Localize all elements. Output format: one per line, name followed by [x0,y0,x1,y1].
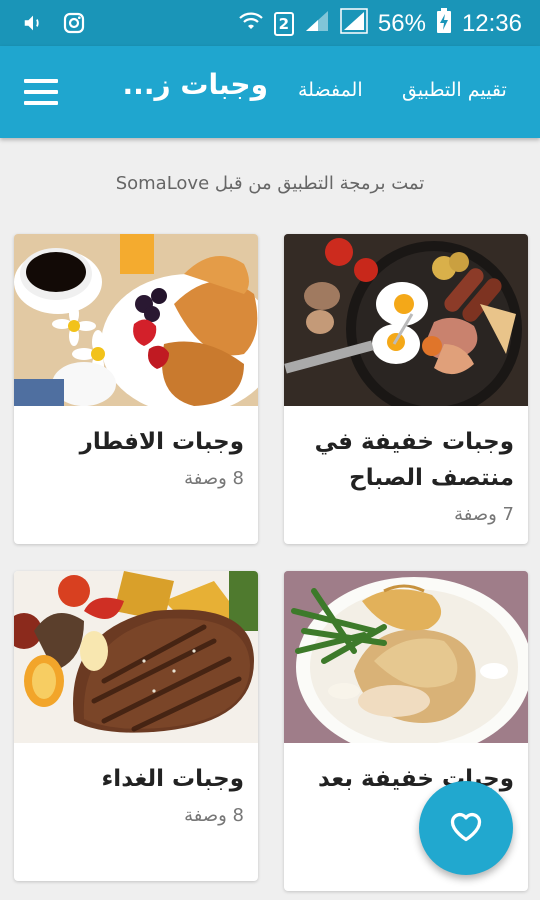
clock: 12:36 [461,10,522,37]
signal-icon-2 [340,8,368,40]
favorites-menu-item[interactable]: المفضلة [298,79,363,101]
developer-credit: تمت برمجة التطبيق من قبل SomaLove [115,173,425,194]
sim-icon: 2 [273,12,294,36]
card-recipe-count: 8 وصفة [184,805,244,826]
card-title: وجبات الافطار [79,429,244,455]
app-title: وجبات ز... [122,68,268,101]
breakfast-pan-photo [284,234,528,406]
hamburger-menu-icon[interactable] [24,79,58,105]
category-card-lunch[interactable]: وجبات الغداء 8 وصفة [14,571,258,881]
rate-app-menu-item[interactable]: تقييم التطبيق [402,79,507,101]
card-recipe-count: 7 وصفة [454,504,514,525]
card-title: وجبات الغداء [101,766,244,792]
instagram-icon [62,11,86,39]
signal-icon [304,9,330,39]
heart-icon [448,809,484,847]
battery-percent: 56% [377,10,426,37]
status-bar: 2 56% 12:36 [0,0,540,46]
coffee-croissant-photo [14,234,258,406]
favorites-fab-button[interactable] [419,781,513,875]
app-bar: وجبات ز... المفضلة تقييم التطبيق [0,46,540,138]
category-card-midmorning-snacks[interactable]: وجبات خفيفة في منتصف الصباح 7 وصفة [284,234,528,544]
steak-vegetables-photo [14,571,258,743]
chicken-beans-photo [284,571,528,743]
wifi-icon [238,9,264,39]
card-recipe-count: 8 وصفة [184,468,244,489]
card-title: وجبات خفيفة في منتصف الصباح [314,429,514,491]
category-card-breakfast[interactable]: وجبات الافطار 8 وصفة [14,234,258,544]
volume-icon [22,12,44,38]
battery-charging-icon [436,8,452,40]
